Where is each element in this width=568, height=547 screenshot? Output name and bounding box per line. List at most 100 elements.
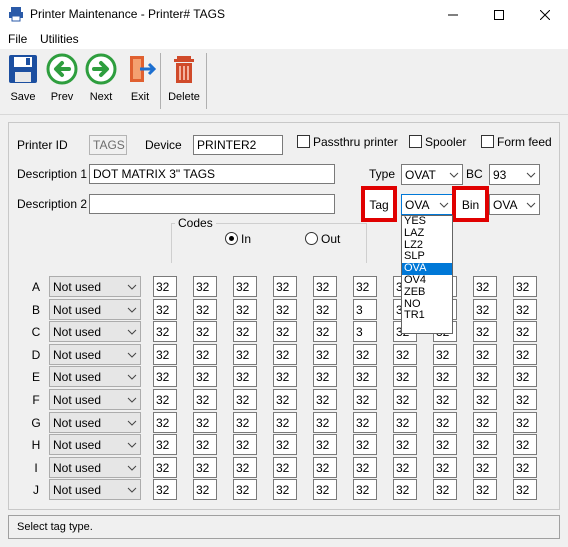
code-cell[interactable]: 32 xyxy=(513,389,537,410)
code-cell[interactable]: 32 xyxy=(153,412,177,433)
code-cell[interactable]: 32 xyxy=(273,479,297,500)
minimize-button[interactable] xyxy=(430,0,476,29)
code-cell[interactable]: 32 xyxy=(393,479,417,500)
code-cell[interactable]: 32 xyxy=(153,321,177,342)
code-cell[interactable]: 32 xyxy=(513,366,537,387)
code-cell[interactable]: 32 xyxy=(273,389,297,410)
row-mode-select[interactable]: Not used xyxy=(49,457,141,478)
row-mode-select[interactable]: Not used xyxy=(49,479,141,500)
code-cell[interactable]: 32 xyxy=(193,366,217,387)
menu-file[interactable]: File xyxy=(8,32,27,46)
code-cell[interactable]: 32 xyxy=(393,344,417,365)
code-cell[interactable]: 32 xyxy=(513,457,537,478)
delete-button[interactable]: Delete xyxy=(164,53,204,109)
code-cell[interactable]: 32 xyxy=(473,434,497,455)
tag-dropdown-list[interactable]: YES LAZ LZ2 SLP OVA OV4 ZEB NO TR1 xyxy=(401,215,453,334)
code-cell[interactable]: 32 xyxy=(353,344,377,365)
code-cell[interactable]: 32 xyxy=(353,412,377,433)
code-cell[interactable]: 32 xyxy=(513,479,537,500)
code-cell[interactable]: 32 xyxy=(353,479,377,500)
row-mode-select[interactable]: Not used xyxy=(49,276,141,297)
row-mode-select[interactable]: Not used xyxy=(49,321,141,342)
code-cell[interactable]: 32 xyxy=(233,321,257,342)
code-cell[interactable]: 32 xyxy=(433,389,457,410)
row-mode-select[interactable]: Not used xyxy=(49,389,141,410)
code-cell[interactable]: 32 xyxy=(153,299,177,320)
code-cell[interactable]: 32 xyxy=(473,366,497,387)
code-cell[interactable]: 32 xyxy=(353,457,377,478)
code-cell[interactable]: 32 xyxy=(513,321,537,342)
code-cell[interactable]: 32 xyxy=(273,276,297,297)
code-cell[interactable]: 32 xyxy=(393,366,417,387)
code-cell[interactable]: 32 xyxy=(393,457,417,478)
codes-in-radio[interactable] xyxy=(225,232,238,245)
code-cell[interactable]: 3 xyxy=(353,299,377,320)
code-cell[interactable]: 32 xyxy=(473,389,497,410)
code-cell[interactable]: 32 xyxy=(153,389,177,410)
code-cell[interactable]: 32 xyxy=(233,457,257,478)
formfeed-checkbox[interactable] xyxy=(481,135,494,148)
code-cell[interactable]: 32 xyxy=(473,321,497,342)
code-cell[interactable]: 32 xyxy=(353,276,377,297)
code-cell[interactable]: 32 xyxy=(433,344,457,365)
code-cell[interactable]: 32 xyxy=(153,344,177,365)
row-mode-select[interactable]: Not used xyxy=(49,344,141,365)
code-cell[interactable]: 32 xyxy=(273,457,297,478)
code-cell[interactable]: 32 xyxy=(153,276,177,297)
bc-select[interactable]: 93 xyxy=(489,164,540,185)
code-cell[interactable]: 32 xyxy=(233,366,257,387)
code-cell[interactable]: 32 xyxy=(433,434,457,455)
passthru-checkbox[interactable] xyxy=(297,135,310,148)
code-cell[interactable]: 32 xyxy=(473,276,497,297)
code-cell[interactable]: 32 xyxy=(153,434,177,455)
spooler-checkbox[interactable] xyxy=(409,135,422,148)
menu-utilities[interactable]: Utilities xyxy=(40,32,79,46)
maximize-button[interactable] xyxy=(476,0,522,29)
code-cell[interactable]: 32 xyxy=(513,276,537,297)
code-cell[interactable]: 3 xyxy=(353,321,377,342)
exit-button[interactable]: Exit xyxy=(120,53,160,109)
code-cell[interactable]: 32 xyxy=(193,321,217,342)
description1-field[interactable]: DOT MATRIX 3" TAGS xyxy=(89,164,335,184)
code-cell[interactable]: 32 xyxy=(313,299,337,320)
code-cell[interactable]: 32 xyxy=(513,412,537,433)
code-cell[interactable]: 32 xyxy=(313,276,337,297)
code-cell[interactable]: 32 xyxy=(353,434,377,455)
code-cell[interactable]: 32 xyxy=(473,344,497,365)
code-cell[interactable]: 32 xyxy=(313,479,337,500)
code-cell[interactable]: 32 xyxy=(153,479,177,500)
code-cell[interactable]: 32 xyxy=(513,434,537,455)
code-cell[interactable]: 32 xyxy=(473,457,497,478)
code-cell[interactable]: 32 xyxy=(273,434,297,455)
code-cell[interactable]: 32 xyxy=(233,479,257,500)
code-cell[interactable]: 32 xyxy=(313,321,337,342)
code-cell[interactable]: 32 xyxy=(153,457,177,478)
code-cell[interactable]: 32 xyxy=(313,434,337,455)
code-cell[interactable]: 32 xyxy=(513,344,537,365)
codes-out-radio[interactable] xyxy=(305,232,318,245)
code-cell[interactable]: 32 xyxy=(193,276,217,297)
code-cell[interactable]: 32 xyxy=(433,366,457,387)
tag-option[interactable]: TR1 xyxy=(402,310,452,322)
code-cell[interactable]: 32 xyxy=(473,299,497,320)
code-cell[interactable]: 32 xyxy=(513,299,537,320)
next-button[interactable]: Next xyxy=(81,53,121,109)
row-mode-select[interactable]: Not used xyxy=(49,412,141,433)
code-cell[interactable]: 32 xyxy=(353,366,377,387)
code-cell[interactable]: 32 xyxy=(193,344,217,365)
code-cell[interactable]: 32 xyxy=(433,457,457,478)
save-button[interactable]: Save xyxy=(3,53,43,109)
code-cell[interactable]: 32 xyxy=(273,412,297,433)
code-cell[interactable]: 32 xyxy=(233,344,257,365)
code-cell[interactable]: 32 xyxy=(273,344,297,365)
description2-field[interactable] xyxy=(89,194,335,214)
tag-option[interactable]: ZEB xyxy=(402,286,452,299)
code-cell[interactable]: 32 xyxy=(313,412,337,433)
bin-select[interactable]: OVA xyxy=(489,194,540,215)
code-cell[interactable]: 32 xyxy=(193,412,217,433)
row-mode-select[interactable]: Not used xyxy=(49,366,141,387)
code-cell[interactable]: 32 xyxy=(193,389,217,410)
code-cell[interactable]: 32 xyxy=(193,457,217,478)
tag-select[interactable]: OVA xyxy=(401,194,453,215)
code-cell[interactable]: 32 xyxy=(193,299,217,320)
